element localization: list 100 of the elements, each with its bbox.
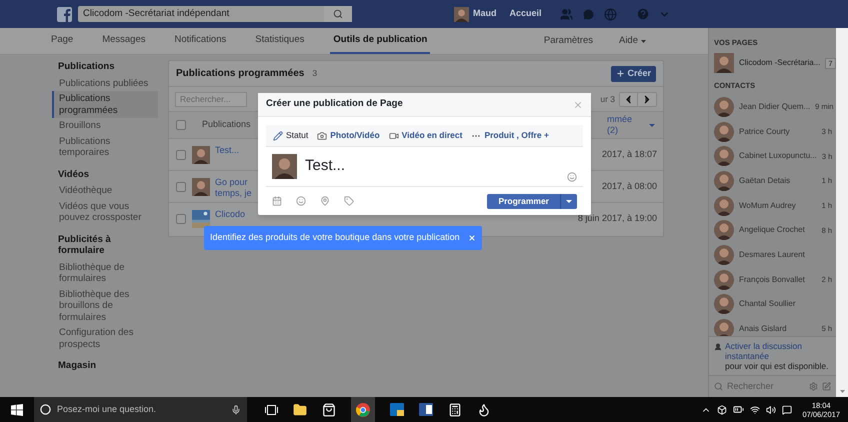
home-link[interactable]: Accueil [510, 7, 542, 21]
store-icon[interactable] [322, 402, 336, 416]
search-field[interactable]: Rechercher... [175, 92, 247, 106]
page-tab[interactable]: Messages [99, 28, 148, 54]
schedule-button[interactable]: Programmer [487, 194, 561, 208]
start-icon[interactable] [11, 404, 23, 416]
emoji-icon[interactable] [567, 172, 577, 182]
notice-text: Activer la discussion instantanée pour voir qui est disponible. [725, 341, 831, 371]
page-tab[interactable]: Notifications [172, 28, 230, 54]
wifi-icon[interactable] [750, 404, 760, 414]
dialog-title: Créer une publication de Page [266, 97, 403, 112]
avatar [714, 53, 734, 74]
avatar [714, 122, 734, 142]
nav-item[interactable]: Publications publiées [52, 76, 158, 91]
pager-buttons[interactable] [619, 92, 657, 106]
help-menu[interactable]: Aide [618, 34, 646, 48]
close-icon[interactable] [468, 234, 476, 242]
nav-item[interactable]: Vidéos que vous pouvez crossposter [52, 198, 158, 226]
sort-icon[interactable] [649, 124, 655, 126]
search-value: Clicodom -Secrétariat indépendant [82, 6, 230, 21]
composer-tab[interactable]: Statut [273, 129, 308, 142]
caret-icon [566, 200, 572, 202]
folder-icon[interactable] [293, 402, 307, 416]
cortana-icon [40, 404, 51, 415]
location-icon[interactable] [320, 196, 330, 206]
page-tab[interactable]: Page [48, 28, 76, 54]
section-title: Publicités à formulaire [57, 234, 112, 256]
plus-icon [616, 69, 626, 78]
post-link[interactable]: Clicodo [215, 209, 259, 220]
logo-icon [57, 6, 72, 22]
settings-icon[interactable] [809, 382, 818, 391]
nav-item[interactable]: Bibliothèque de formulaires [52, 260, 158, 286]
avatar [714, 170, 734, 191]
avatar [714, 244, 734, 265]
card-title: Publications programmées [176, 67, 304, 81]
nav-item[interactable]: Configuration des prospects [52, 325, 158, 352]
search-icon [714, 382, 723, 391]
scroll-down-icon[interactable] [840, 390, 844, 393]
dropdown-button[interactable] [561, 194, 577, 208]
flame-icon[interactable] [477, 402, 491, 416]
task-view-icon[interactable] [265, 404, 278, 414]
nav-item[interactable]: Publications temporaires [52, 134, 158, 160]
microphone-icon [231, 404, 241, 414]
tooltip: Identifiez des produits de votre boutique dans votre publication [204, 226, 482, 250]
contact-item[interactable]: Desmares Laurent [709, 242, 836, 268]
nav-item[interactable]: Vidéothèque [52, 183, 158, 198]
camera-icon [317, 130, 328, 140]
emoji-icon[interactable] [296, 196, 306, 206]
nav-item[interactable]: Brouillons [52, 118, 158, 134]
nav-item[interactable]: Publications programmées [52, 91, 158, 118]
post-text[interactable]: Test... [305, 155, 346, 178]
composer-tab[interactable]: Produit , Offre + [471, 129, 549, 142]
page-tab[interactable]: Outils de publication [330, 28, 430, 54]
create-button[interactable]: Créer [611, 66, 656, 82]
checkbox[interactable] [176, 150, 186, 160]
column-header[interactable]: mmée (2) [607, 114, 637, 136]
checkbox[interactable] [176, 182, 186, 192]
mail-app-icon[interactable] [390, 403, 404, 416]
post-count: 3 [312, 67, 318, 80]
close-icon[interactable] [573, 100, 583, 110]
browser-icon[interactable] [351, 397, 375, 422]
taskbar-search-field[interactable]: Posez-moi une question. [34, 397, 247, 422]
chat-search-input[interactable]: Rechercher [727, 380, 797, 394]
profile-link[interactable]: Maud [454, 6, 496, 22]
scrollbar[interactable] [836, 28, 848, 397]
column-header: Publications [202, 118, 251, 132]
avatar [714, 96, 734, 117]
post-link[interactable]: Test... [215, 145, 259, 156]
checkbox[interactable] [176, 214, 186, 224]
contact-item[interactable]: Chantal Soullier [709, 292, 836, 317]
pencil-icon [273, 130, 283, 140]
nav-item[interactable]: Bibliothèque des brouillons de formulaires [52, 286, 158, 325]
settings-link[interactable]: Paramètres [544, 34, 593, 48]
compose-icon[interactable] [822, 382, 831, 391]
composer-tab[interactable]: Vidéo en direct [388, 129, 462, 142]
volume-icon[interactable] [766, 404, 776, 414]
page-tab[interactable]: Statistiques [252, 28, 308, 54]
document-app-icon[interactable] [419, 403, 433, 416]
person-icon [714, 343, 722, 351]
avatar [714, 270, 734, 290]
avatar [714, 319, 734, 336]
composer-tab[interactable]: Photo/Vidéo [317, 129, 380, 142]
notice-link[interactable]: Activer la discussion instantanée [725, 341, 831, 361]
avatar [192, 146, 210, 164]
pager-label: ur 3 [600, 92, 615, 106]
section-title: Publications [57, 61, 116, 72]
post-date: 2017, à 08:00 [602, 180, 657, 193]
post-link[interactable]: Go pour temps, je [215, 177, 259, 199]
post-date: 8 juin 2017, à 19:00 [578, 212, 657, 226]
post-date: 2017, à 18:07 [602, 148, 657, 161]
tag-icon[interactable] [344, 196, 354, 206]
battery-icon[interactable] [733, 404, 744, 415]
notifications-icon[interactable] [782, 404, 792, 414]
checkbox[interactable] [176, 120, 186, 130]
chat-search-field[interactable]: Rechercher [709, 375, 836, 397]
calculator-icon[interactable] [448, 402, 462, 416]
section-title: Vidéos [57, 168, 90, 180]
search-field[interactable]: Clicodom -Secrétariat indépendant [78, 6, 352, 22]
avatar [714, 146, 734, 166]
caret-icon [641, 40, 646, 42]
